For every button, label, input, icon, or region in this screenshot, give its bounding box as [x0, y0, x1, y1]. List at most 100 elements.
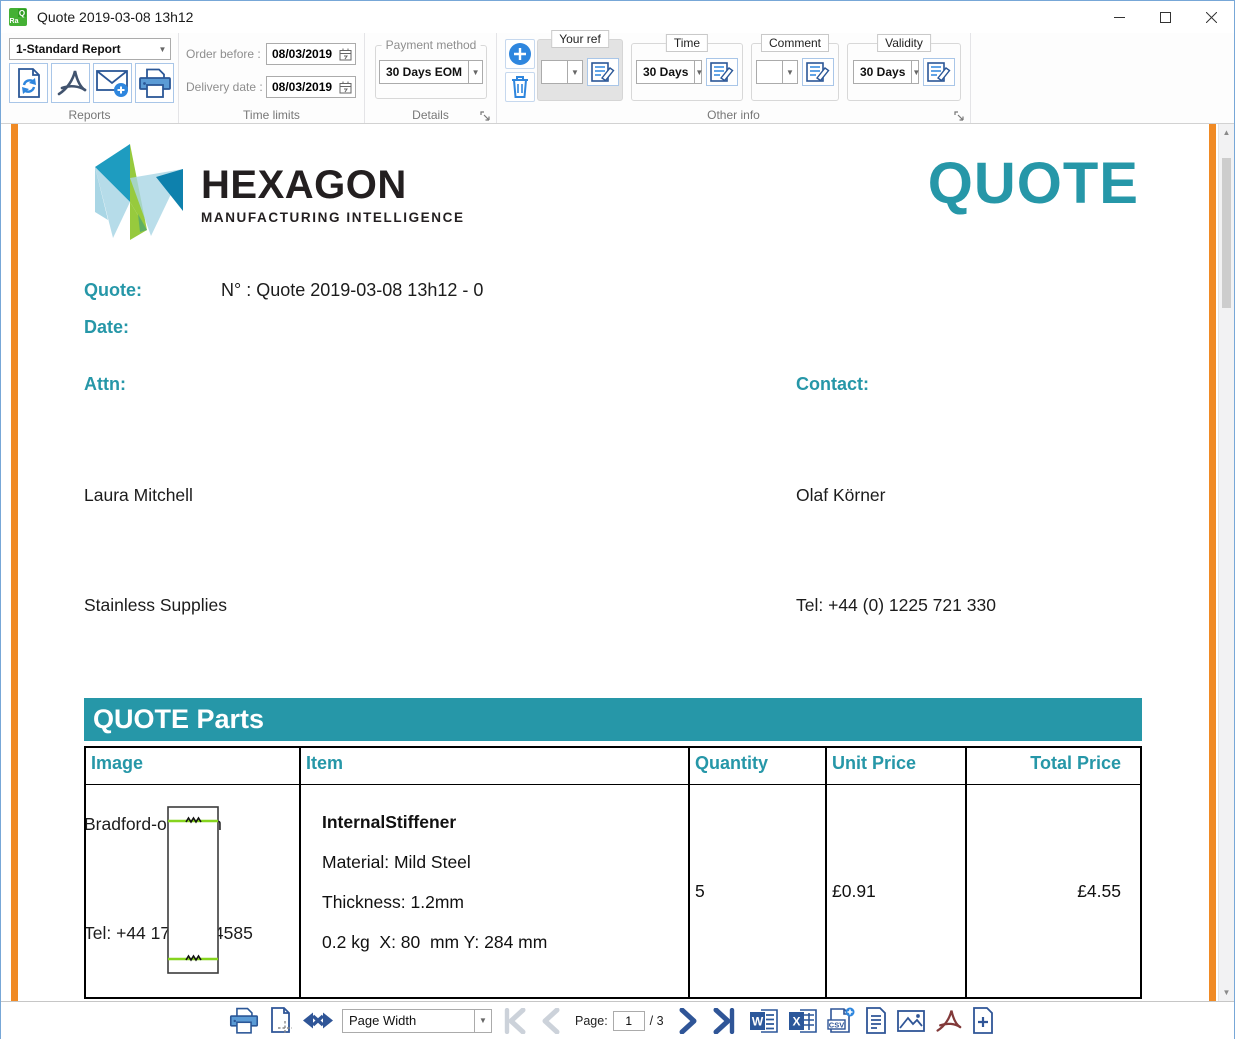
- maximize-icon: [1160, 12, 1171, 23]
- prev-page-icon: [541, 1008, 561, 1034]
- your-ref-label: Your ref: [551, 30, 609, 48]
- column-header-item: Item: [301, 748, 690, 784]
- validity-label: Validity: [877, 34, 931, 52]
- comment-edit-button[interactable]: [802, 58, 834, 86]
- close-button[interactable]: [1188, 1, 1234, 33]
- print-button[interactable]: [229, 1007, 259, 1034]
- delete-other-info-button[interactable]: [505, 72, 535, 102]
- attn-line: Stainless Supplies: [84, 587, 295, 624]
- payment-method-select[interactable]: 30 Days EOM ▼: [379, 60, 483, 84]
- trash-icon: [510, 75, 530, 99]
- print-report-button[interactable]: [135, 63, 174, 103]
- attn-label: Attn:: [84, 374, 126, 395]
- order-before-label: Order before :: [186, 47, 266, 61]
- contact-line: Tel: +44 (0) 1225 721 330: [796, 587, 996, 624]
- chevron-down-icon: ▼: [155, 39, 170, 59]
- part-drawing: [167, 806, 219, 974]
- scroll-down-arrow[interactable]: ▼: [1219, 988, 1234, 997]
- page-number-input[interactable]: [613, 1011, 645, 1031]
- quantity-cell: 5: [690, 785, 827, 997]
- export-excel-button[interactable]: X: [788, 1008, 818, 1034]
- page-setup-button[interactable]: [268, 1007, 294, 1034]
- brand-tagline: MANUFACTURING INTELLIGENCE: [201, 210, 465, 225]
- export-word-button[interactable]: W: [749, 1008, 779, 1034]
- time-select[interactable]: 30 Days ▼: [636, 60, 702, 84]
- maximize-button[interactable]: [1142, 1, 1188, 33]
- details-dialog-launcher[interactable]: [480, 109, 491, 120]
- chevron-down-icon: ▼: [694, 61, 703, 83]
- chevron-down-icon: ▼: [474, 1010, 491, 1032]
- chevron-down-icon: ▼: [911, 61, 920, 83]
- your-ref-edit-button[interactable]: [587, 58, 619, 86]
- validity-select[interactable]: 30 Days ▼: [853, 60, 919, 84]
- export-add-button[interactable]: [971, 1007, 995, 1034]
- pdf-icon: [55, 68, 87, 98]
- export-excel-icon: X: [788, 1008, 818, 1034]
- chevron-down-icon: ▼: [468, 61, 482, 83]
- order-before-input[interactable]: 08/03/2019: [266, 43, 356, 65]
- group-label-details: Details: [365, 108, 496, 122]
- column-header-quantity: Quantity: [690, 748, 827, 784]
- fit-width-button[interactable]: [303, 1009, 333, 1032]
- fit-width-icon: [303, 1009, 333, 1032]
- export-image-button[interactable]: [897, 1009, 925, 1033]
- titlebar: Q Ra Quote 2019-03-08 13h12: [1, 1, 1234, 33]
- edit-note-icon: [591, 62, 615, 82]
- delivery-date-input[interactable]: 08/03/2019: [266, 76, 356, 98]
- scroll-up-arrow[interactable]: ▲: [1219, 128, 1234, 137]
- email-report-button[interactable]: [93, 63, 132, 103]
- minimize-icon: [1114, 12, 1125, 23]
- validity-edit-button[interactable]: [923, 58, 955, 86]
- first-page-button[interactable]: [504, 1008, 527, 1034]
- column-header-image: Image: [86, 748, 301, 784]
- comment-select[interactable]: ▼: [756, 60, 798, 84]
- last-page-button[interactable]: [712, 1008, 735, 1034]
- report-type-select[interactable]: 1-Standard Report ▼: [9, 38, 171, 60]
- item-dimensions: 0.2 kg X: 80 mm Y: 284 mm: [322, 932, 683, 953]
- chevron-down-icon: ▼: [567, 61, 582, 83]
- time-label: Time: [666, 34, 708, 52]
- time-edit-button[interactable]: [706, 58, 738, 86]
- brand-block: HEXAGON MANUFACTURING INTELLIGENCE: [201, 164, 465, 225]
- unit-price-cell: £0.91: [827, 785, 967, 997]
- page-label: Page:: [575, 1014, 608, 1028]
- pdf-report-button[interactable]: [51, 63, 90, 103]
- brand-name: HEXAGON: [201, 164, 465, 206]
- total-price-cell: £4.55: [967, 785, 1126, 997]
- refresh-report-button[interactable]: [9, 63, 48, 103]
- quote-label: Quote:: [84, 280, 142, 301]
- payment-method-label: Payment method: [382, 38, 481, 52]
- svg-text:Ra: Ra: [10, 18, 19, 25]
- other-info-dialog-launcher[interactable]: [954, 109, 965, 120]
- parts-banner: QUOTE Parts: [84, 698, 1142, 741]
- minimize-button[interactable]: [1096, 1, 1142, 33]
- zoom-mode-select[interactable]: Page Width ▼: [342, 1009, 492, 1033]
- svg-text:CSV: CSV: [828, 1021, 843, 1030]
- export-csv-button[interactable]: CSV: [827, 1007, 855, 1034]
- export-text-button[interactable]: [864, 1007, 888, 1034]
- parts-table: Image Item Quantity Unit Price Total Pri…: [84, 746, 1142, 999]
- quote-number: N° : Quote 2019-03-08 13h12 - 0: [221, 280, 483, 301]
- vertical-scrollbar[interactable]: ▲ ▼: [1218, 124, 1234, 1001]
- scrollbar-thumb[interactable]: [1222, 158, 1231, 308]
- prev-page-button[interactable]: [541, 1008, 561, 1034]
- export-pdf-button[interactable]: [934, 1008, 962, 1034]
- column-header-total-price: Total Price: [967, 748, 1126, 784]
- your-ref-group: Your ref ▼: [537, 39, 623, 101]
- attn-line: Laura Mitchell: [84, 477, 295, 514]
- time-group: Time 30 Days ▼: [631, 43, 743, 101]
- next-page-button[interactable]: [678, 1008, 698, 1034]
- close-icon: [1206, 12, 1217, 23]
- export-csv-icon: CSV: [827, 1007, 855, 1034]
- printer-icon: [138, 68, 172, 98]
- date-label: Date:: [84, 317, 129, 338]
- your-ref-select[interactable]: ▼: [541, 60, 583, 84]
- add-other-info-button[interactable]: [505, 39, 535, 69]
- zoom-mode-value: Page Width: [343, 1013, 474, 1028]
- ribbon-group-time-limits: Order before : 08/03/2019 Delivery date …: [179, 33, 365, 123]
- ribbon: 1-Standard Report ▼: [1, 33, 1234, 124]
- ribbon-group-details: Payment method 30 Days EOM ▼ Details: [365, 33, 497, 123]
- email-add-icon: [96, 68, 130, 98]
- item-material: Material: Mild Steel: [322, 852, 683, 873]
- calendar-icon: [339, 48, 352, 61]
